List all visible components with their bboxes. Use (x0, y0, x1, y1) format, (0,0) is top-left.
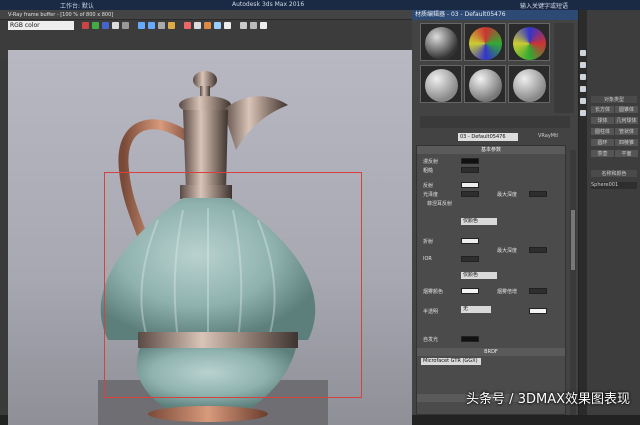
rollout-title-basic[interactable]: 基本参数 (417, 146, 565, 154)
object-type-button[interactable]: 平面 (615, 150, 638, 157)
motion-icon[interactable] (580, 86, 586, 92)
pixel-info-icon[interactable] (260, 22, 267, 29)
material-slot-1[interactable] (420, 23, 462, 61)
green-channel-icon[interactable] (92, 22, 99, 29)
name-color-rollout[interactable]: 名称和颜色 (591, 170, 637, 177)
refract-label: 折射 (423, 238, 433, 245)
brdf-type-select[interactable]: Microfacet GTR (GGX) (421, 358, 481, 365)
channel-select[interactable]: RGB color (8, 21, 74, 30)
diffuse-swatch[interactable] (461, 158, 479, 164)
vray-frame-buffer-window: V-Ray frame buffer - [100 % of 800 x 800… (0, 10, 412, 415)
render-icon[interactable] (204, 22, 211, 29)
material-name-field[interactable]: 03 - Default05476 (458, 133, 518, 141)
object-type-button[interactable]: 茶壶 (591, 150, 614, 157)
command-icon-strip (579, 10, 587, 415)
object-type-button[interactable]: 长方体 (591, 106, 614, 113)
object-type-button[interactable]: 圆柱体 (591, 128, 614, 135)
mono-icon[interactable] (122, 22, 129, 29)
app-title-bar: 工作台: 默认 Autodesk 3ds Max 2016 输入关键字或短语 (0, 0, 640, 10)
utilities-icon[interactable] (580, 110, 586, 116)
create-icon[interactable] (580, 50, 586, 56)
material-slot-5[interactable] (464, 65, 506, 103)
refract-affect-channels-select[interactable]: 仅颜色 (461, 272, 497, 279)
material-editor-title: 材质编辑器 - 03 - Default05476 (412, 10, 578, 20)
object-type-button[interactable]: 四棱锥 (615, 139, 638, 146)
watermark-text: 头条号 / 3DMAX效果图表现 (466, 388, 630, 407)
basic-parameters-rollout: 基本参数 漫反射 粗糙 反射 光泽度 菲涅耳反射 最大深度 仅颜色 折射 IOR… (416, 145, 566, 415)
roughness-label: 粗糙 (423, 167, 433, 174)
ior-field[interactable] (461, 256, 479, 262)
refract-swatch[interactable] (461, 238, 479, 244)
translucency-select[interactable]: 无 (461, 306, 491, 313)
link-icon[interactable] (214, 22, 221, 29)
fresnel-label: 菲涅耳反射 (427, 200, 452, 207)
search-field[interactable]: 输入关键字或短语 (520, 1, 568, 10)
reflect-label: 反射 (423, 182, 433, 189)
rollout-title-brdf[interactable]: BRDF (417, 348, 565, 356)
blue-channel-icon[interactable] (102, 22, 109, 29)
material-slot-4[interactable] (420, 65, 462, 103)
material-slot-6[interactable] (508, 65, 550, 103)
scrollbar-thumb[interactable] (571, 210, 575, 270)
workspace-label[interactable]: 工作台: 默认 (60, 1, 94, 10)
load-icon[interactable] (148, 22, 155, 29)
region-render-icon[interactable] (194, 22, 201, 29)
roughness-field[interactable] (461, 167, 479, 173)
object-type-rollout[interactable]: 对象类型 (591, 96, 637, 103)
fog-multiplier-field[interactable] (529, 288, 547, 294)
translucency-label: 半透明 (423, 308, 438, 315)
app-title: Autodesk 3ds Max 2016 (232, 1, 304, 8)
material-slot-3[interactable] (508, 23, 550, 61)
material-editor-scrollbar[interactable] (570, 150, 576, 415)
material-slot-2[interactable] (464, 23, 506, 61)
track-mouse-icon[interactable] (184, 22, 191, 29)
vfb-title: V-Ray frame buffer - [100 % of 800 x 800… (8, 12, 113, 18)
crosshair-icon[interactable] (224, 22, 231, 29)
region-render-box[interactable] (104, 172, 362, 398)
material-editor-window: 材质编辑器 - 03 - Default05476 03 - Default05… (412, 10, 578, 415)
object-type-button[interactable]: 管状体 (615, 128, 638, 135)
side-tool-strip (554, 23, 574, 113)
alpha-channel-icon[interactable] (112, 22, 119, 29)
color-corrections-icon[interactable] (240, 22, 247, 29)
save-icon[interactable] (138, 22, 145, 29)
rendered-image (8, 50, 412, 425)
command-panel: 对象类型 长方体圆锥体球体几何球体圆柱体管状体圆环四棱锥茶壶平面 名称和颜色 S… (578, 10, 640, 415)
gloss-field[interactable] (461, 191, 479, 197)
diffuse-label: 漫反射 (423, 158, 438, 165)
lut-icon[interactable] (250, 22, 257, 29)
object-type-button[interactable]: 几何球体 (615, 117, 638, 124)
hierarchy-icon[interactable] (580, 74, 586, 80)
object-type-button[interactable]: 圆锥体 (615, 106, 638, 113)
object-type-button[interactable]: 圆环 (591, 139, 614, 146)
object-type-button[interactable]: 球体 (591, 117, 614, 124)
material-type-button[interactable]: VRayMtl (538, 133, 558, 139)
max-depth-label: 最大深度 (497, 191, 517, 198)
fog-multiplier-label: 烟雾倍增 (497, 288, 517, 295)
fog-color-label: 烟雾颜色 (423, 288, 443, 295)
display-icon[interactable] (580, 98, 586, 104)
fog-color-swatch[interactable] (461, 288, 479, 294)
vfb-title-bar: V-Ray frame buffer - [100 % of 800 x 800… (0, 10, 412, 20)
bottom-tool-strip (420, 116, 570, 128)
duplicate-icon[interactable] (168, 22, 175, 29)
self-illumination-label: 自发光 (423, 336, 438, 343)
object-name-field[interactable]: Sphere001 (591, 182, 637, 189)
reflect-swatch[interactable] (461, 182, 479, 188)
ior-label: IOR (423, 256, 432, 262)
refract-max-depth-label: 最大深度 (497, 247, 517, 254)
affect-channels-select[interactable]: 仅颜色 (461, 218, 497, 225)
gloss-label: 光泽度 (423, 191, 438, 198)
red-channel-icon[interactable] (82, 22, 89, 29)
back-side-color-swatch[interactable] (529, 308, 547, 314)
max-depth-field[interactable] (529, 191, 547, 197)
self-illumination-swatch[interactable] (461, 336, 479, 342)
clear-icon[interactable] (158, 22, 165, 29)
modify-icon[interactable] (580, 62, 586, 68)
refract-max-depth-field[interactable] (529, 247, 547, 253)
